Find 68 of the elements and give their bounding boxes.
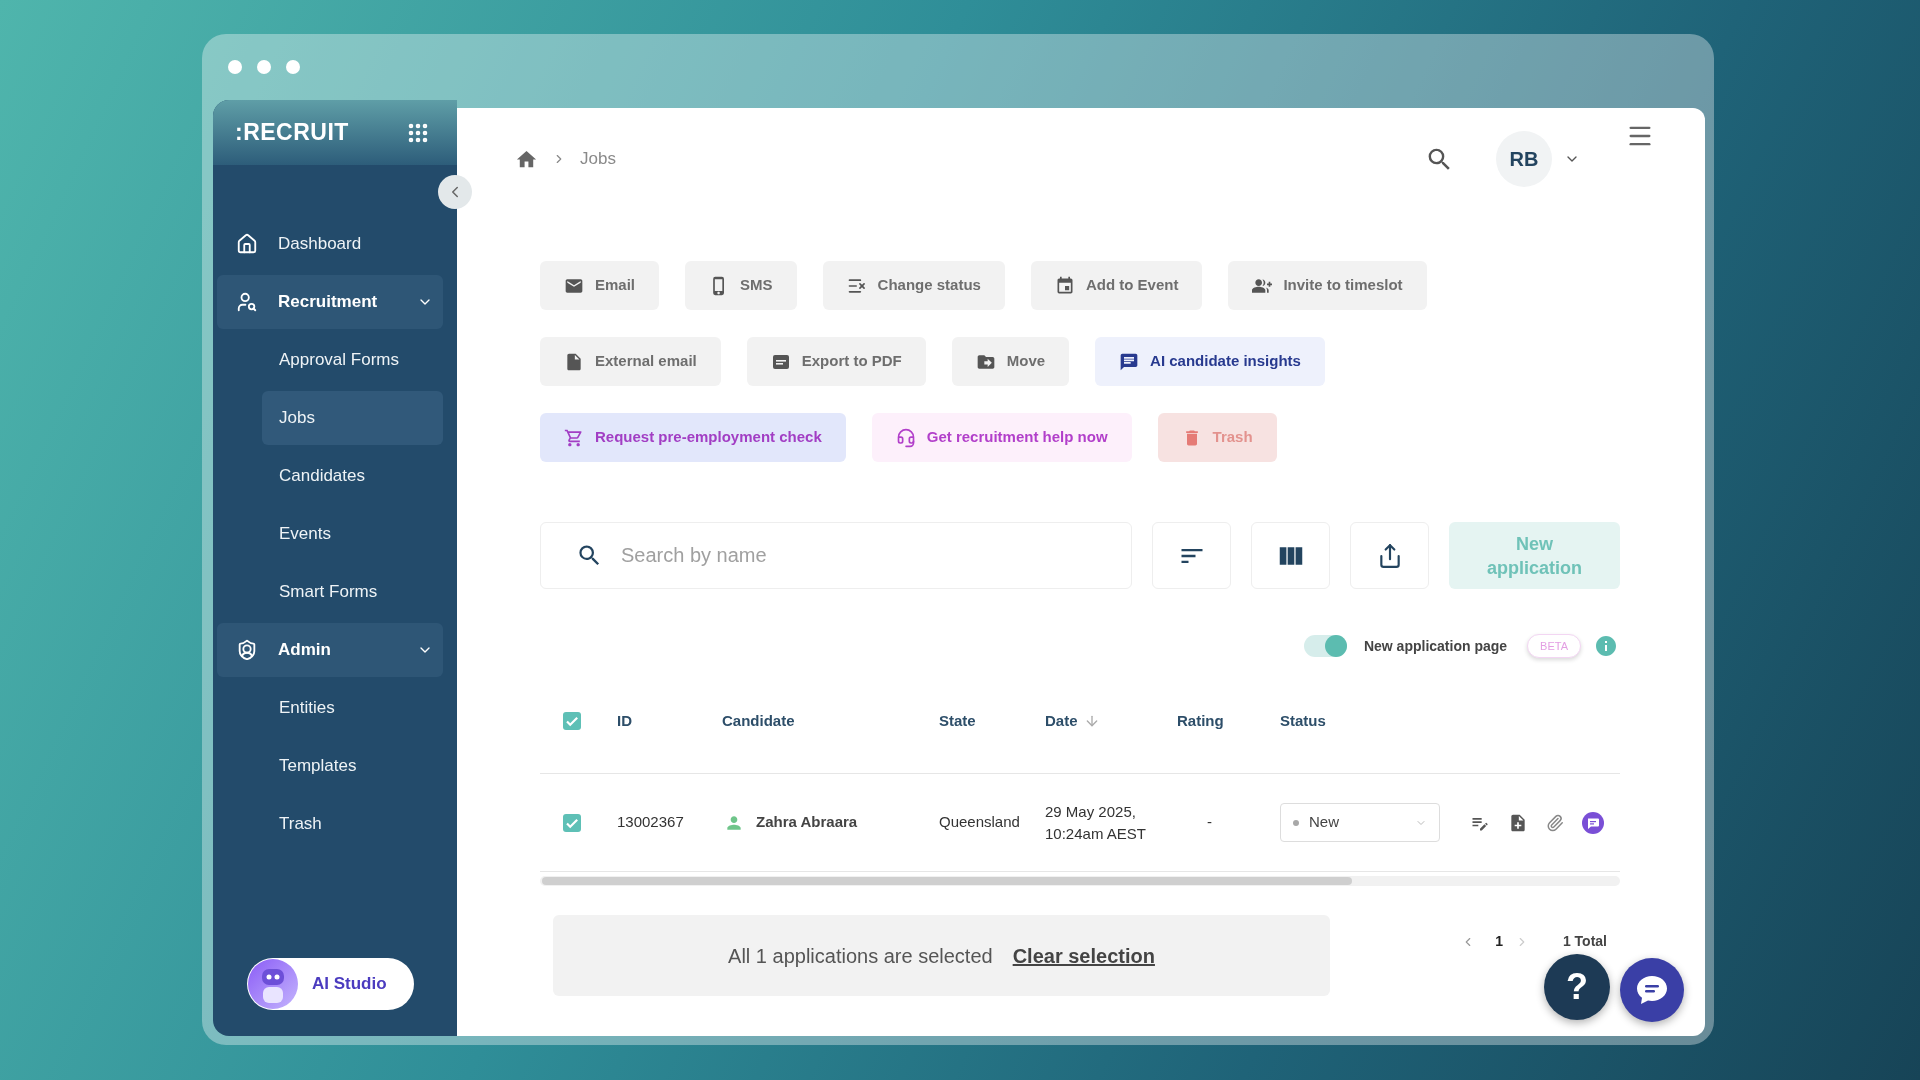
table-cell-text: Queensland — [939, 812, 1020, 833]
help-button[interactable]: ? — [1544, 954, 1610, 1020]
action-button[interactable]: Request pre-employment check — [540, 413, 846, 462]
page-button[interactable]: 1 — [1495, 931, 1503, 952]
file-plus-icon[interactable] — [1508, 812, 1528, 833]
breadcrumb-current: Jobs — [580, 148, 616, 171]
column-header[interactable]: Date — [1045, 709, 1100, 733]
sidebar-subitem[interactable]: Jobs — [262, 391, 443, 445]
paperclip-icon[interactable] — [1546, 813, 1564, 832]
columns-button[interactable] — [1251, 522, 1330, 589]
action-button[interactable]: AI candidate insights — [1095, 337, 1325, 386]
robot-avatar-icon — [248, 959, 298, 1009]
beta-badge: BETA — [1527, 634, 1581, 658]
action-button[interactable]: Export to PDF — [746, 337, 926, 386]
app-logo: :RECRUIT — [235, 118, 349, 148]
sidebar-subitem[interactable]: Events — [262, 507, 443, 561]
chat-icon[interactable] — [1582, 811, 1604, 834]
chat-bubble-icon — [1636, 975, 1668, 1005]
ai-studio-button[interactable]: AI Studio — [247, 958, 414, 1010]
scrollbar-thumb[interactable] — [542, 877, 1352, 885]
sidebar-subitem[interactable]: Entities — [262, 681, 443, 735]
candidate-name[interactable]: Zahra Abraara — [756, 811, 858, 834]
shield-user-icon — [236, 639, 258, 661]
column-header[interactable]: ID — [617, 709, 632, 733]
selection-message: All 1 applications are selected — [728, 943, 993, 969]
sidebar-subitem[interactable]: Candidates — [262, 449, 443, 503]
user-avatar[interactable]: RB — [1496, 131, 1552, 187]
sidebar-group[interactable]: Admin — [217, 623, 443, 677]
action-button[interactable]: Invite to timeslot — [1228, 261, 1427, 310]
column-header[interactable]: Status — [1280, 709, 1326, 733]
toggle-label: New application page — [1363, 636, 1508, 656]
sidebar-subitem[interactable]: Approval Forms — [262, 333, 443, 387]
sidebar-subitem[interactable]: Smart Forms — [262, 565, 443, 619]
search-field[interactable]: Search by name — [540, 522, 1132, 589]
checkbox[interactable] — [563, 712, 581, 730]
action-button[interactable]: Email — [540, 261, 660, 310]
column-header[interactable]: State — [939, 709, 976, 733]
chat-button[interactable] — [1620, 958, 1684, 1022]
action-button[interactable]: Change status — [822, 261, 1005, 310]
sidebar-subitem[interactable]: Templates — [262, 739, 443, 793]
toggle-switch[interactable] — [1303, 635, 1347, 657]
table-cell-text: - — [1207, 812, 1212, 833]
clear-selection-link[interactable]: Clear selection — [1012, 940, 1155, 971]
document-icon — [564, 351, 584, 372]
horizontal-scrollbar[interactable] — [540, 876, 1620, 886]
headset-icon — [895, 427, 916, 448]
sidebar-group[interactable]: Recruitment — [217, 275, 443, 329]
info-icon[interactable] — [1594, 634, 1618, 658]
action-button[interactable]: Get recruitment help now — [871, 413, 1132, 462]
user-search-icon — [236, 291, 258, 313]
table-cell-text: 13002367 — [617, 812, 684, 833]
action-button[interactable]: External email — [540, 337, 721, 386]
cart-icon — [564, 427, 584, 448]
column-header[interactable]: Candidate — [722, 709, 795, 733]
action-button[interactable]: Move — [951, 337, 1070, 386]
home-icon — [236, 233, 258, 255]
share-button[interactable] — [1350, 522, 1429, 589]
action-button[interactable]: Add to Event — [1030, 261, 1203, 310]
action-button[interactable]: SMS — [685, 261, 797, 310]
sidebar-item[interactable]: Dashboard — [217, 217, 443, 271]
total-count: 1 Total — [1562, 932, 1607, 951]
table-cell-text: 29 May 2025, 10:24am AEST — [1045, 801, 1147, 844]
checkbox[interactable] — [563, 813, 581, 832]
sidebar-subitem[interactable]: Trash — [262, 797, 443, 851]
column-header[interactable]: Rating — [1177, 709, 1224, 733]
collapse-button[interactable] — [438, 175, 472, 209]
status-select[interactable]: New — [1280, 803, 1440, 842]
chat-bubble-icon — [1119, 351, 1140, 372]
